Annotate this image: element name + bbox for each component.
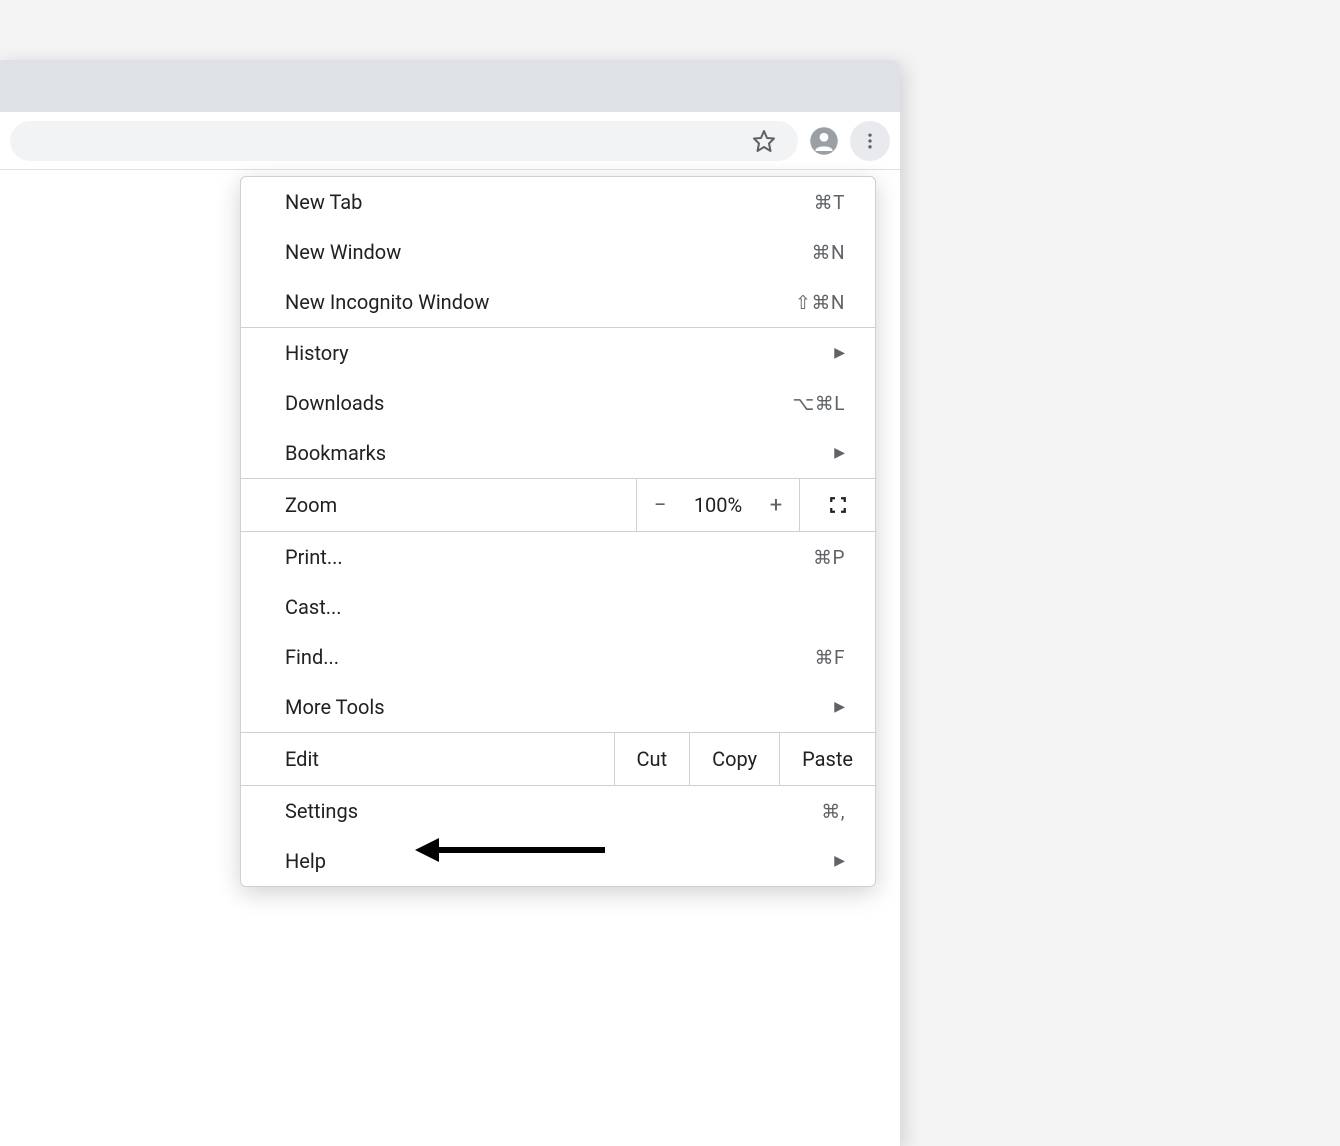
menu-label: Bookmarks [285, 441, 386, 465]
menu-shortcut: ⌘P [813, 546, 845, 569]
menu-label: Cast... [285, 595, 342, 619]
profile-icon[interactable] [804, 121, 844, 161]
chevron-right-icon: ▶ [834, 699, 845, 715]
menu-label: History [285, 341, 349, 365]
edit-label: Edit [241, 733, 614, 785]
menu-label: Help [285, 849, 326, 873]
zoom-in-button[interactable]: + [753, 493, 799, 518]
menu-new-incognito[interactable]: New Incognito Window ⇧⌘N [241, 277, 875, 327]
chrome-menu-dropdown: New Tab ⌘T New Window ⌘N New Incognito W… [240, 176, 876, 887]
menu-label: More Tools [285, 695, 385, 719]
zoom-level: 100% [683, 493, 753, 517]
more-menu-icon[interactable] [850, 121, 890, 161]
menu-cast[interactable]: Cast... [241, 582, 875, 632]
zoom-label: Zoom [241, 479, 636, 531]
menu-downloads[interactable]: Downloads ⌥⌘L [241, 378, 875, 428]
menu-more-tools[interactable]: More Tools ▶ [241, 682, 875, 732]
menu-label: Print... [285, 545, 343, 569]
menu-label: New Window [285, 240, 401, 264]
menu-new-tab[interactable]: New Tab ⌘T [241, 177, 875, 227]
menu-bookmarks[interactable]: Bookmarks ▶ [241, 428, 875, 478]
menu-shortcut: ⌘T [814, 191, 845, 214]
menu-shortcut: ⌘F [814, 646, 845, 669]
menu-label: Find... [285, 645, 339, 669]
bookmark-star-icon[interactable] [744, 121, 784, 161]
menu-find[interactable]: Find... ⌘F [241, 632, 875, 682]
menu-shortcut: ⌘, [821, 800, 845, 823]
menu-zoom-row: Zoom − 100% + [241, 478, 875, 532]
zoom-controls: − 100% + [636, 479, 799, 531]
chevron-right-icon: ▶ [834, 853, 845, 869]
menu-shortcut: ⌘N [811, 241, 845, 264]
toolbar [0, 112, 900, 170]
menu-label: Downloads [285, 391, 384, 415]
menu-settings[interactable]: Settings ⌘, [241, 786, 875, 836]
copy-button[interactable]: Copy [689, 733, 779, 785]
cut-button[interactable]: Cut [614, 733, 690, 785]
zoom-out-button[interactable]: − [637, 493, 683, 518]
menu-new-window[interactable]: New Window ⌘N [241, 227, 875, 277]
paste-button[interactable]: Paste [779, 733, 875, 785]
chevron-right-icon: ▶ [834, 345, 845, 361]
menu-label: New Incognito Window [285, 290, 489, 314]
fullscreen-button[interactable] [799, 479, 875, 531]
menu-label: Settings [285, 799, 358, 823]
menu-edit-row: Edit Cut Copy Paste [241, 732, 875, 786]
menu-label: New Tab [285, 190, 362, 214]
chevron-right-icon: ▶ [834, 445, 845, 461]
menu-history[interactable]: History ▶ [241, 328, 875, 378]
tab-bar [0, 60, 900, 112]
menu-shortcut: ⇧⌘N [795, 291, 845, 314]
menu-print[interactable]: Print... ⌘P [241, 532, 875, 582]
menu-help[interactable]: Help ▶ [241, 836, 875, 886]
menu-shortcut: ⌥⌘L [792, 392, 845, 415]
address-bar[interactable] [10, 121, 798, 161]
